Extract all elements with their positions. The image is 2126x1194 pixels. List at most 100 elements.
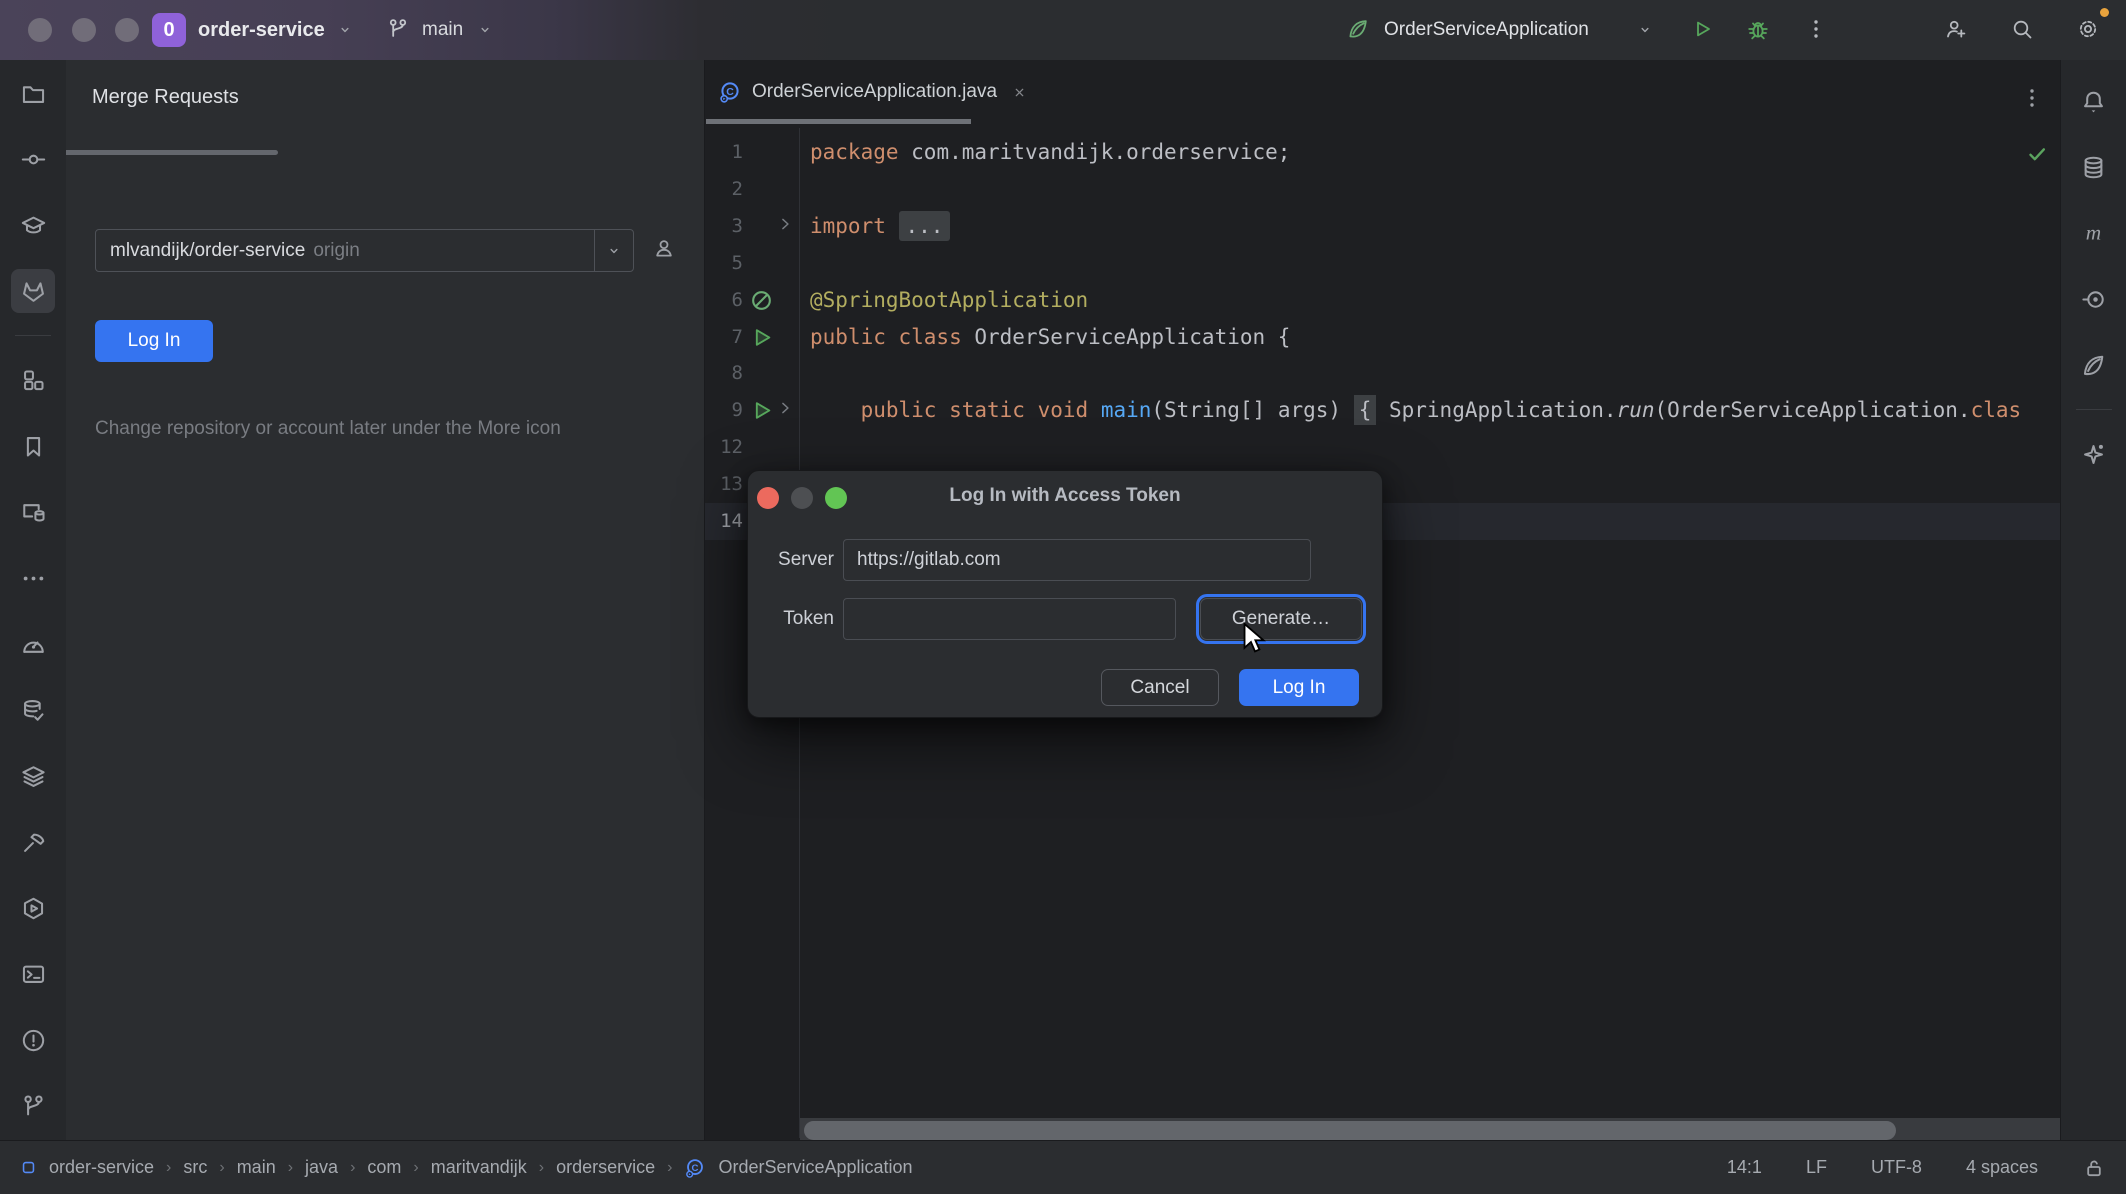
java-class-icon: C [718,80,742,104]
line-number: 8 [731,362,743,384]
login-with-access-token-dialog: Log In with Access Token Server Token Ge… [747,470,1383,718]
window-close-button[interactable] [28,18,52,42]
horizontal-scrollbar-track[interactable] [800,1118,2060,1140]
code-line-7[interactable]: 7 public class OrderServiceApplication { [705,319,2060,356]
debug-button[interactable] [1746,17,1770,41]
spring-bean-gutter-icon[interactable] [749,288,774,313]
breadcrumb-item[interactable]: orderservice [556,1157,655,1178]
editor-tab[interactable]: C OrderServiceApplication.java [706,60,1042,124]
code-line-3[interactable]: 3 import ... [705,208,2060,245]
code-text: package com.maritvandijk.orderservice; [810,140,1291,164]
search-everywhere-button[interactable] [2010,17,2034,41]
code-line-12[interactable]: 12 [705,429,2060,466]
line-number: 7 [731,326,743,348]
repository-combobox-value: mlvandijk/order-service [110,239,306,261]
tool-strip-item-problems[interactable] [0,1007,66,1073]
dialog-login-button[interactable]: Log In [1239,669,1359,706]
generate-token-button[interactable]: Generate… [1196,594,1366,644]
breadcrumb-separator: › [166,1158,172,1176]
run-gutter-icon[interactable] [749,398,774,423]
line-number: 2 [731,178,743,200]
repository-combobox[interactable]: mlvandijk/order-service origin [95,229,634,272]
tool-strip-item-maven[interactable]: m [2061,200,2126,266]
breadcrumb-item[interactable]: java [305,1157,338,1178]
project-widget[interactable]: order-service [198,0,325,60]
tool-strip-item-layers[interactable] [0,743,66,809]
tool-strip-item-commit[interactable] [0,126,66,192]
status-bar: order-service › src › main › java › com › maritvan… [0,1140,2126,1194]
tool-strip-item-profiler[interactable] [0,611,66,677]
line-number: 5 [731,252,743,274]
line-ending-widget[interactable]: LF [1806,1157,1827,1178]
tool-strip-item-version-control[interactable] [0,1073,66,1139]
gitlab-merge-requests-icon [20,278,47,305]
token-input[interactable] [843,598,1176,640]
tool-strip-item-database-changes[interactable] [0,479,66,545]
data-sources-icon [20,697,47,724]
branch-widget[interactable]: main [422,0,463,60]
tool-strip-item-bookmarks[interactable] [0,413,66,479]
encoding-widget[interactable]: UTF-8 [1871,1157,1922,1178]
commit-icon [20,146,47,173]
tool-strip-item-structure[interactable] [0,347,66,413]
branch-icon [386,17,410,41]
tool-strip-item-endpoints[interactable] [2061,266,2126,332]
tool-window-login-button[interactable]: Log In [95,320,213,362]
code-line-6[interactable]: 6 @SpringBootApplication [705,282,2060,319]
tool-strip-item-spring[interactable] [2061,332,2126,398]
tool-strip-item-data-sources[interactable] [0,677,66,743]
project-icon [20,80,47,107]
code-with-me-button[interactable] [1944,17,1968,41]
tool-strip-item-database[interactable] [2061,134,2126,200]
tool-strip-item-learn[interactable] [0,192,66,258]
breadcrumb-item[interactable]: main [237,1157,276,1178]
breadcrumb[interactable]: order-service › src › main › java › com › maritvan… [20,1157,913,1179]
breadcrumb-item[interactable]: maritvandijk [431,1157,527,1178]
line-number: 13 [720,473,743,495]
code-line-2[interactable]: 2 [705,171,2060,208]
tool-strip-item-build[interactable] [0,809,66,875]
tool-strip-item-ai-assistant[interactable] [2061,421,2126,487]
breadcrumb-item[interactable]: com [367,1157,401,1178]
caret-position-widget[interactable]: 14:1 [1727,1157,1762,1178]
indent-widget[interactable]: 4 spaces [1966,1157,2038,1178]
code-line-5[interactable]: 5 [705,245,2060,282]
fold-arrow-icon[interactable] [775,214,795,234]
settings-button[interactable] [2076,17,2100,41]
code-line-8[interactable]: 8 [705,355,2060,392]
settings-notification-dot [2100,8,2109,17]
breadcrumb-item[interactable]: order-service [49,1157,154,1178]
account-icon[interactable] [652,236,676,260]
window-zoom-button[interactable] [115,18,139,42]
editor-options-button[interactable] [2020,86,2044,110]
run-button[interactable] [1690,17,1714,41]
server-input[interactable] [843,539,1311,581]
more-actions-button[interactable] [1804,17,1828,41]
horizontal-scrollbar-thumb[interactable] [804,1121,1896,1140]
close-tab-icon[interactable] [1011,84,1028,101]
tool-strip-item-gitlab-merge-requests[interactable] [0,258,66,324]
breadcrumb-item[interactable]: src [183,1157,207,1178]
editor-tab-indicator [706,119,971,124]
window-minimize-button[interactable] [72,18,96,42]
code-line-9[interactable]: 9 public static void main(String[] args)… [705,392,2060,429]
spring-boot-icon [1346,17,1370,41]
breadcrumb-item[interactable]: OrderServiceApplication [718,1157,912,1178]
database-changes-icon [20,499,47,526]
tool-strip-item-notifications[interactable] [2061,68,2126,134]
fold-arrow-icon[interactable] [775,398,795,418]
merge-requests-tool-window: Merge Requests mlvandijk/order-service o… [66,60,705,1140]
svg-text:m: m [2086,220,2101,244]
svg-text:C: C [692,1162,699,1173]
tool-strip-item-project[interactable] [0,60,66,126]
run-gutter-icon[interactable] [749,325,774,350]
cancel-button[interactable]: Cancel [1101,669,1219,706]
tool-strip-item-more-tool-windows[interactable] [0,545,66,611]
run-configuration-widget[interactable]: OrderServiceApplication [1384,0,1589,60]
tool-strip-item-terminal[interactable] [0,941,66,1007]
code-line-1[interactable]: 1 package com.maritvandijk.orderservice; [705,134,2060,171]
tool-strip-item-services[interactable] [0,875,66,941]
layers-icon [20,763,47,790]
writable-lock-icon[interactable] [2082,1156,2106,1180]
dialog-title: Log In with Access Token [949,485,1181,506]
